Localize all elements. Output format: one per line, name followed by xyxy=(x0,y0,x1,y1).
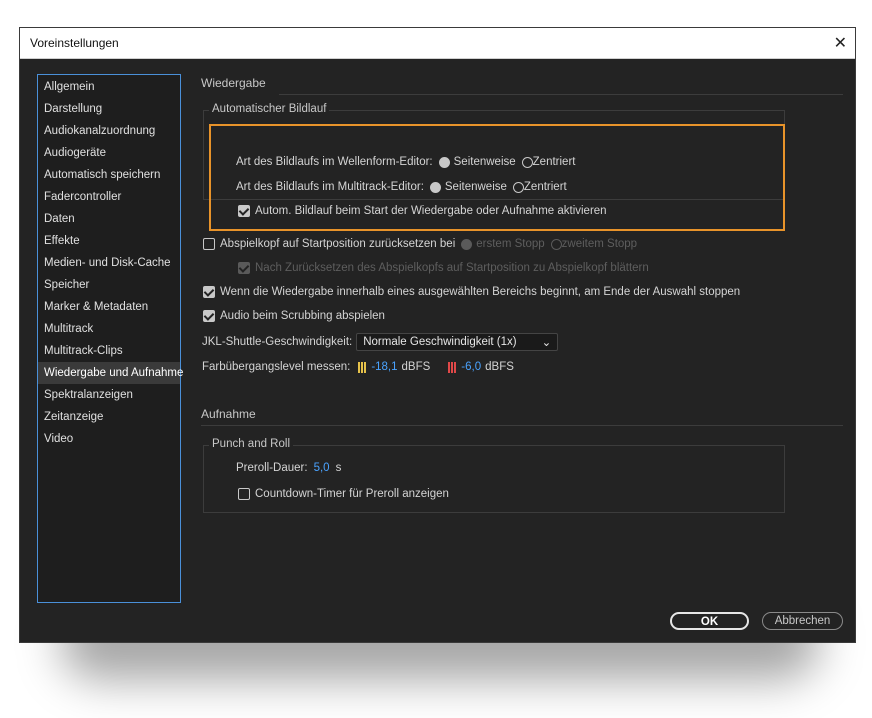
meter-label: Farbübergangslevel messen: xyxy=(202,361,351,373)
section-title-recording: Aufnahme xyxy=(201,407,256,421)
sidebar-item[interactable]: Fadercontroller xyxy=(38,186,180,208)
title-bar: Voreinstellungen ✕ xyxy=(20,28,855,59)
jkl-row: JKL-Shuttle-Geschwindigkeit: Normale Ges… xyxy=(202,333,559,351)
cancel-button[interactable]: Abbrechen xyxy=(762,612,843,630)
scrub-audio-label[interactable]: Audio beim Scrubbing abspielen xyxy=(220,310,385,322)
meter-yellow-unit: dBFS xyxy=(401,361,431,373)
sidebar-item[interactable]: Wiedergabe und Aufnahme xyxy=(38,362,183,384)
jkl-speed-select[interactable]: Normale Geschwindigkeit (1x) ⌄ xyxy=(356,333,559,351)
sidebar-item[interactable]: Darstellung xyxy=(38,98,180,120)
section-title-playback: Wiedergabe xyxy=(201,76,266,90)
yellow-meter-icon xyxy=(358,361,368,373)
red-meter-icon xyxy=(448,361,458,373)
punch-roll-legend: Punch and Roll xyxy=(209,438,293,450)
sidebar-item[interactable]: Speicher xyxy=(38,274,180,296)
section-divider xyxy=(279,94,843,95)
section-divider xyxy=(201,425,843,426)
sidebar-item[interactable]: Marker & Metadaten xyxy=(38,296,180,318)
meter-red-unit: dBFS xyxy=(485,361,514,373)
category-list: Allgemein Darstellung Audiokanalzuordnung A… xyxy=(37,74,183,603)
sidebar-item[interactable]: Audiokanalzuordnung xyxy=(38,120,180,142)
countdown-label[interactable]: Countdown-Timer für Preroll anzeigen xyxy=(255,488,449,500)
stop-at-selection-checkbox[interactable] xyxy=(203,286,215,298)
jkl-label: JKL-Shuttle-Geschwindigkeit: xyxy=(202,336,353,348)
ok-button[interactable]: OK xyxy=(670,612,749,630)
auto-scroll-legend: Automatischer Bildlauf xyxy=(209,103,330,115)
radio-first-stop[interactable] xyxy=(461,238,473,250)
close-icon[interactable]: ✕ xyxy=(834,33,847,53)
countdown-checkbox[interactable] xyxy=(238,488,250,500)
sidebar-item[interactable]: Daten xyxy=(38,208,180,230)
stop-at-selection-row: Wenn die Wiedergabe innerhalb eines ausg… xyxy=(203,286,740,298)
highlight-frame xyxy=(209,124,785,231)
sidebar-item[interactable]: Multitrack xyxy=(38,318,180,340)
scroll-to-playhead-checkbox[interactable] xyxy=(238,262,250,274)
sidebar-item[interactable]: Audiogeräte xyxy=(38,142,180,164)
meter-row: Farbübergangslevel messen: -18,1 dBFS -6… xyxy=(202,361,514,373)
scroll-to-playhead-row: Nach Zurücksetzen des Abspielkopfs auf S… xyxy=(238,262,649,274)
meter-red-value[interactable]: -6,0 xyxy=(461,361,481,373)
reset-playhead-checkbox[interactable] xyxy=(203,238,215,250)
settings-panel: Wiedergabe Automatischer Bildlauf Art de… xyxy=(201,74,843,594)
scroll-to-playhead-label[interactable]: Nach Zurücksetzen des Abspielkopfs auf S… xyxy=(255,262,649,274)
radio-first-stop-label[interactable]: erstem Stopp xyxy=(476,238,544,250)
preroll-value[interactable]: 5,0 xyxy=(314,462,330,474)
countdown-row: Countdown-Timer für Preroll anzeigen xyxy=(238,488,449,500)
chevron-down-icon: ⌄ xyxy=(541,337,552,349)
window-title: Voreinstellungen xyxy=(30,36,119,50)
sidebar-item[interactable]: Medien- und Disk-Cache xyxy=(38,252,180,274)
preroll-unit: s xyxy=(335,462,342,474)
sidebar-item[interactable]: Multitrack-Clips xyxy=(38,340,180,362)
meter-yellow-value[interactable]: -18,1 xyxy=(371,361,397,373)
sidebar-item[interactable]: Video xyxy=(38,428,180,450)
radio-second-stop[interactable] xyxy=(550,238,562,250)
jkl-speed-value: Normale Geschwindigkeit (1x) xyxy=(363,336,517,348)
reset-playhead-label[interactable]: Abspielkopf auf Startposition zurücksetz… xyxy=(220,238,455,250)
sidebar-item[interactable]: Allgemein xyxy=(38,76,180,98)
preroll-row: Preroll-Dauer: 5,0 s xyxy=(236,462,341,474)
sidebar-item[interactable]: Automatisch speichern xyxy=(38,164,180,186)
scrub-audio-checkbox[interactable] xyxy=(203,310,215,322)
sidebar-item[interactable]: Spektralanzeigen xyxy=(38,384,180,406)
sidebar-item[interactable]: Effekte xyxy=(38,230,180,252)
sidebar-item[interactable]: Zeitanzeige xyxy=(38,406,180,428)
reset-playhead-row: Abspielkopf auf Startposition zurücksetz… xyxy=(203,238,637,250)
punch-roll-group: Punch and Roll xyxy=(203,438,785,513)
preroll-label: Preroll-Dauer: xyxy=(236,462,308,474)
stop-at-selection-label[interactable]: Wenn die Wiedergabe innerhalb eines ausg… xyxy=(220,286,740,298)
scrub-audio-row: Audio beim Scrubbing abspielen xyxy=(203,310,385,322)
radio-second-stop-label[interactable]: zweitem Stopp xyxy=(562,238,637,250)
preferences-dialog: Voreinstellungen ✕ Allgemein Darstellung A… xyxy=(19,27,856,643)
